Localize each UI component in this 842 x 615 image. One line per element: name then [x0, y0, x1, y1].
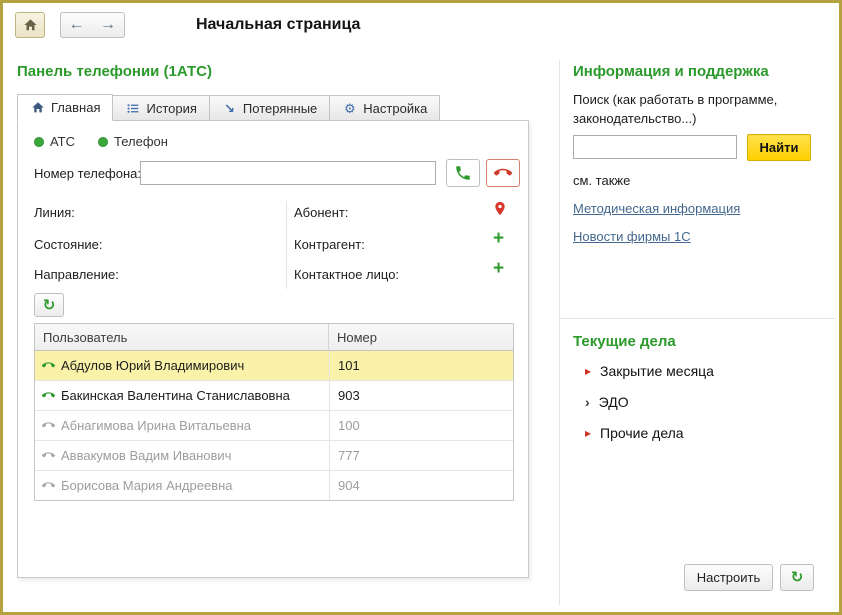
handset-icon — [35, 449, 61, 462]
handset-icon — [35, 389, 61, 402]
user-name: Абнагимова Ирина Витальевна — [61, 418, 329, 433]
hangup-icon — [490, 160, 515, 185]
todo-item-label: Прочие дела — [600, 425, 684, 441]
phone-status-label: Телефон — [114, 134, 168, 149]
ats-status-label: АТС — [50, 134, 75, 149]
tab-settings[interactable]: ⚙ Настройка — [329, 95, 440, 121]
telephony-panel: АТС Телефон Номер телефона: Линия: Состо… — [17, 120, 529, 578]
telephony-panel-title: Панель телефонии (1АТС) — [17, 63, 212, 80]
refresh-page-button[interactable]: ↻ — [780, 564, 814, 591]
ats-status-led-icon — [34, 137, 44, 147]
phone-number-label: Номер телефона: — [34, 166, 141, 181]
forward-arrow-icon: → — [100, 17, 116, 33]
line-field-label: Линия: — [34, 205, 75, 220]
handset-icon — [35, 419, 61, 432]
expand-arrow-icon: ▸ — [585, 427, 591, 439]
direction-field-label: Направление: — [34, 267, 119, 282]
forward-button[interactable]: → — [92, 12, 125, 38]
todo-section-title: Текущие дела — [573, 333, 676, 350]
support-section-title: Информация и поддержка — [573, 63, 769, 80]
add-counterparty-icon[interactable]: + — [493, 231, 504, 247]
expand-arrow-icon: ▸ — [585, 365, 591, 377]
fields-column-divider — [286, 201, 287, 289]
ats-status: АТС — [34, 134, 75, 149]
contact-person-field-label: Контактное лицо: — [294, 267, 399, 282]
users-table-header: Пользователь Номер — [35, 324, 513, 351]
telephony-tabs: Главная История ↘ Потерянные ⚙ Настройка — [17, 94, 440, 121]
tab-label: Главная — [51, 100, 100, 115]
refresh-users-button[interactable]: ↻ — [34, 293, 64, 317]
tab-history[interactable]: История — [112, 95, 209, 121]
call-button[interactable] — [446, 159, 480, 187]
column-header-user[interactable]: Пользователь — [35, 324, 329, 350]
methodical-info-link[interactable]: Методическая информация — [573, 201, 740, 216]
search-hint-text: Поиск (как работать в программе, законод… — [573, 91, 828, 129]
phone-status-led-icon — [98, 137, 108, 147]
user-number: 904 — [329, 471, 513, 500]
hangup-button[interactable] — [486, 159, 520, 187]
1c-news-link[interactable]: Новости фирмы 1С — [573, 229, 691, 244]
history-icon — [125, 101, 140, 116]
configure-button[interactable]: Настроить — [684, 564, 773, 591]
user-number: 777 — [329, 441, 513, 470]
tab-label: Потерянные — [243, 101, 317, 116]
todo-item-label: ЭДО — [599, 394, 629, 410]
add-contact-person-icon[interactable]: + — [493, 261, 504, 277]
user-number: 100 — [329, 411, 513, 440]
page-title: Начальная страница — [196, 16, 360, 34]
counterparty-field-label: Контрагент: — [294, 237, 365, 252]
handset-icon — [35, 479, 61, 492]
user-name: Аввакумов Вадим Иванович — [61, 448, 329, 463]
tab-main[interactable]: Главная — [17, 94, 113, 121]
user-number: 101 — [329, 351, 513, 380]
vertical-divider — [559, 60, 560, 605]
user-number: 903 — [329, 381, 513, 410]
back-button[interactable]: ← — [60, 12, 93, 38]
phone-number-input[interactable] — [140, 161, 436, 185]
handset-icon — [35, 359, 61, 372]
todo-item-label: Закрытие месяца — [600, 363, 714, 379]
user-name: Бакинская Валентина Станиславовна — [61, 388, 329, 403]
home-icon — [23, 18, 38, 32]
find-button[interactable]: Найти — [747, 134, 811, 161]
users-table: Пользователь Номер Абдулов Юрий Владимир… — [34, 323, 514, 501]
column-header-number[interactable]: Номер — [329, 324, 513, 350]
missed-call-icon: ↘ — [222, 101, 237, 116]
gear-icon: ⚙ — [342, 101, 357, 116]
tab-label: Настройка — [363, 101, 427, 116]
subscriber-field-label: Абонент: — [294, 205, 349, 220]
subscriber-pin-icon[interactable] — [492, 199, 508, 218]
table-row[interactable]: Бакинская Валентина Станиславовна 903 — [35, 381, 513, 411]
support-search-input[interactable] — [573, 135, 737, 159]
todo-item-month-closing[interactable]: ▸ Закрытие месяца — [585, 363, 714, 379]
home-button[interactable] — [15, 12, 45, 38]
table-row[interactable]: Аввакумов Вадим Иванович 777 — [35, 441, 513, 471]
user-name: Абдулов Юрий Владимирович — [61, 358, 329, 373]
see-also-label: см. также — [573, 173, 630, 188]
refresh-icon: ↻ — [791, 570, 804, 585]
refresh-icon: ↻ — [43, 298, 56, 313]
state-field-label: Состояние: — [34, 237, 102, 252]
todo-item-edo[interactable]: › ЭДО — [585, 394, 629, 410]
table-row[interactable]: Борисова Мария Андреевна 904 — [35, 471, 513, 500]
home-icon — [30, 100, 45, 115]
tab-label: История — [146, 101, 196, 116]
phone-status: Телефон — [98, 134, 168, 149]
todo-item-other[interactable]: ▸ Прочие дела — [585, 425, 684, 441]
back-arrow-icon: ← — [69, 17, 85, 33]
call-icon — [454, 164, 472, 182]
table-row[interactable]: Абнагимова Ирина Витальевна 100 — [35, 411, 513, 441]
chevron-right-icon: › — [585, 395, 590, 409]
app-window: ← → Начальная страница Панель телефонии … — [0, 0, 842, 615]
user-name: Борисова Мария Андреевна — [61, 478, 329, 493]
table-row[interactable]: Абдулов Юрий Владимирович 101 — [35, 351, 513, 381]
tab-missed[interactable]: ↘ Потерянные — [209, 95, 330, 121]
horizontal-divider — [559, 318, 835, 319]
